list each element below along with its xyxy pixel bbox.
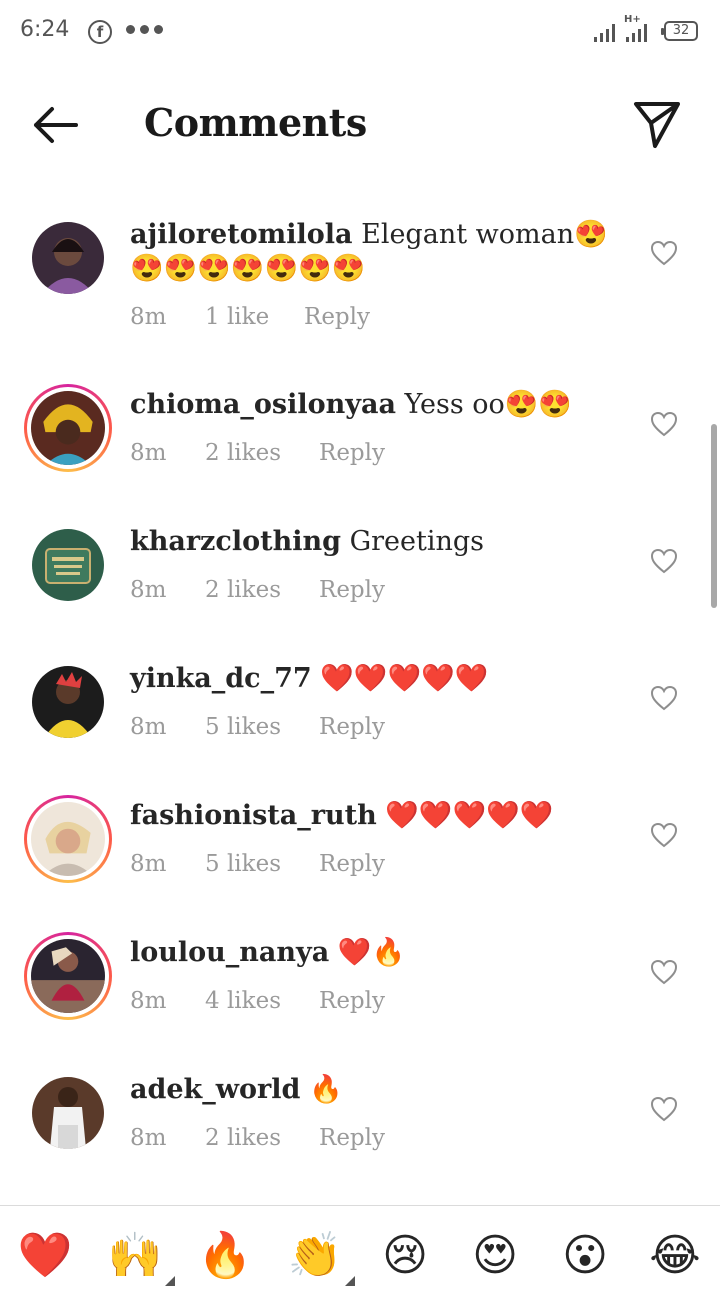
heart-outline-icon bbox=[650, 959, 678, 985]
raised-hands-icon: 🙌 bbox=[107, 1230, 163, 1281]
avatar-story-ring[interactable] bbox=[24, 795, 112, 883]
comment-meta: 8m 4 likes Reply bbox=[130, 988, 385, 1014]
comment-meta: 8m 5 likes Reply bbox=[130, 851, 385, 877]
comment-time: 8m bbox=[130, 988, 167, 1014]
quick-reaction-bar: ❤️ 🙌 🔥 👏 😢 😍 😮 😂 bbox=[0, 1205, 720, 1296]
reply-button[interactable]: Reply bbox=[304, 304, 370, 330]
comment-body: 🔥 bbox=[308, 1074, 343, 1105]
reaction-raised-hands-button[interactable]: 🙌 bbox=[107, 1228, 175, 1286]
heart-outline-icon bbox=[650, 240, 678, 266]
battery-icon: 32 bbox=[661, 21, 698, 41]
reply-button[interactable]: Reply bbox=[319, 851, 385, 877]
like-comment-button[interactable] bbox=[650, 822, 678, 848]
like-comment-button[interactable] bbox=[650, 685, 678, 711]
comment-meta: 8m 2 likes Reply bbox=[130, 577, 385, 603]
comment-text: adek_world 🔥 bbox=[130, 1073, 630, 1107]
comment-meta: 8m 5 likes Reply bbox=[130, 714, 385, 740]
reaction-fire-button[interactable]: 🔥 bbox=[197, 1228, 253, 1284]
comment-time: 8m bbox=[130, 1125, 167, 1151]
comment-time: 8m bbox=[130, 440, 167, 466]
comment-username[interactable]: adek_world bbox=[130, 1074, 300, 1105]
comment-likes[interactable]: 2 likes bbox=[205, 1125, 319, 1151]
comment-time: 8m bbox=[130, 304, 167, 330]
comment-meta: 8m 2 likes Reply bbox=[130, 440, 385, 466]
comment-meta: 8m 2 likes Reply bbox=[130, 1125, 385, 1151]
reaction-crying-button[interactable]: 😢 bbox=[377, 1228, 433, 1284]
comment-likes[interactable]: 4 likes bbox=[205, 988, 319, 1014]
reply-button[interactable]: Reply bbox=[319, 988, 385, 1014]
comment-username[interactable]: kharzclothing bbox=[130, 526, 341, 557]
comment-likes[interactable]: 5 likes bbox=[205, 714, 319, 740]
comment-likes[interactable]: 5 likes bbox=[205, 851, 319, 877]
comment-body: ❤️❤️❤️❤️❤️ bbox=[320, 663, 489, 694]
like-comment-button[interactable] bbox=[650, 1096, 678, 1122]
comment-time: 8m bbox=[130, 577, 167, 603]
reaction-clap-button[interactable]: 👏 bbox=[287, 1228, 355, 1286]
signal-strength-icon bbox=[594, 22, 615, 42]
avatar[interactable] bbox=[24, 658, 112, 746]
share-button[interactable] bbox=[630, 96, 684, 150]
avatar[interactable] bbox=[24, 1069, 112, 1157]
facebook-notification-icon: f bbox=[88, 20, 112, 44]
heart-outline-icon bbox=[650, 685, 678, 711]
heart-outline-icon bbox=[650, 411, 678, 437]
scrollbar-thumb[interactable] bbox=[711, 424, 717, 608]
comment-text: chioma_osilonyaa Yess oo😍😍 bbox=[130, 388, 630, 422]
reply-button[interactable]: Reply bbox=[319, 1125, 385, 1151]
reply-button[interactable]: Reply bbox=[319, 577, 385, 603]
avatar[interactable] bbox=[24, 214, 112, 302]
signal-strength-2-icon bbox=[626, 22, 647, 42]
comment-text: ajiloretomilola Elegant woman😍😍😍😍😍😍😍😍 bbox=[130, 218, 630, 286]
skin-tone-indicator bbox=[345, 1276, 355, 1286]
reply-button[interactable]: Reply bbox=[319, 714, 385, 740]
comment-time: 8m bbox=[130, 851, 167, 877]
paper-plane-icon bbox=[634, 102, 680, 148]
like-comment-button[interactable] bbox=[650, 548, 678, 574]
comment-time: 8m bbox=[130, 714, 167, 740]
back-button[interactable] bbox=[28, 102, 82, 148]
comment-meta: 8m 1 like Reply bbox=[130, 304, 370, 330]
comment-body: ❤️🔥 bbox=[337, 937, 406, 968]
comments-header: Comments bbox=[0, 64, 720, 184]
more-notifications-icon bbox=[126, 25, 163, 34]
heart-outline-icon bbox=[650, 548, 678, 574]
comment-username[interactable]: fashionista_ruth bbox=[130, 800, 377, 831]
comment-body: Greetings bbox=[349, 526, 485, 557]
reaction-heart-eyes-button[interactable]: 😍 bbox=[467, 1228, 523, 1284]
comment-body: ❤️❤️❤️❤️❤️ bbox=[385, 800, 554, 831]
comment-likes[interactable]: 2 likes bbox=[205, 440, 319, 466]
comment-username[interactable]: yinka_dc_77 bbox=[130, 663, 312, 694]
comment-body: Yess oo😍😍 bbox=[404, 389, 573, 420]
comment-text: kharzclothing Greetings bbox=[130, 525, 630, 559]
status-time: 6:24 bbox=[20, 17, 70, 42]
arrow-left-icon bbox=[34, 107, 78, 143]
status-bar: 6:24 f H+ 32 bbox=[0, 0, 720, 64]
reaction-heart-button[interactable]: ❤️ bbox=[17, 1228, 73, 1284]
comment-username[interactable]: ajiloretomilola bbox=[130, 219, 353, 250]
like-comment-button[interactable] bbox=[650, 240, 678, 266]
comment-text: fashionista_ruth ❤️❤️❤️❤️❤️ bbox=[130, 799, 630, 833]
heart-outline-icon bbox=[650, 1096, 678, 1122]
comment-likes[interactable]: 1 like bbox=[205, 304, 304, 330]
avatar-story-ring[interactable] bbox=[24, 384, 112, 472]
skin-tone-indicator bbox=[165, 1276, 175, 1286]
reaction-laughing-button[interactable]: 😂 bbox=[647, 1228, 703, 1284]
heart-outline-icon bbox=[650, 822, 678, 848]
comment-likes[interactable]: 2 likes bbox=[205, 577, 319, 603]
reaction-surprised-button[interactable]: 😮 bbox=[557, 1228, 613, 1284]
comment-username[interactable]: loulou_nanya bbox=[130, 937, 329, 968]
page-title: Comments bbox=[144, 100, 367, 145]
like-comment-button[interactable] bbox=[650, 959, 678, 985]
avatar-story-ring[interactable] bbox=[24, 932, 112, 1020]
avatar[interactable] bbox=[24, 521, 112, 609]
reply-button[interactable]: Reply bbox=[319, 440, 385, 466]
clapping-hands-icon: 👏 bbox=[287, 1230, 343, 1281]
like-comment-button[interactable] bbox=[650, 411, 678, 437]
comment-text: loulou_nanya ❤️🔥 bbox=[130, 936, 630, 970]
comment-text: yinka_dc_77 ❤️❤️❤️❤️❤️ bbox=[130, 662, 630, 696]
comment-username[interactable]: chioma_osilonyaa bbox=[130, 389, 396, 420]
